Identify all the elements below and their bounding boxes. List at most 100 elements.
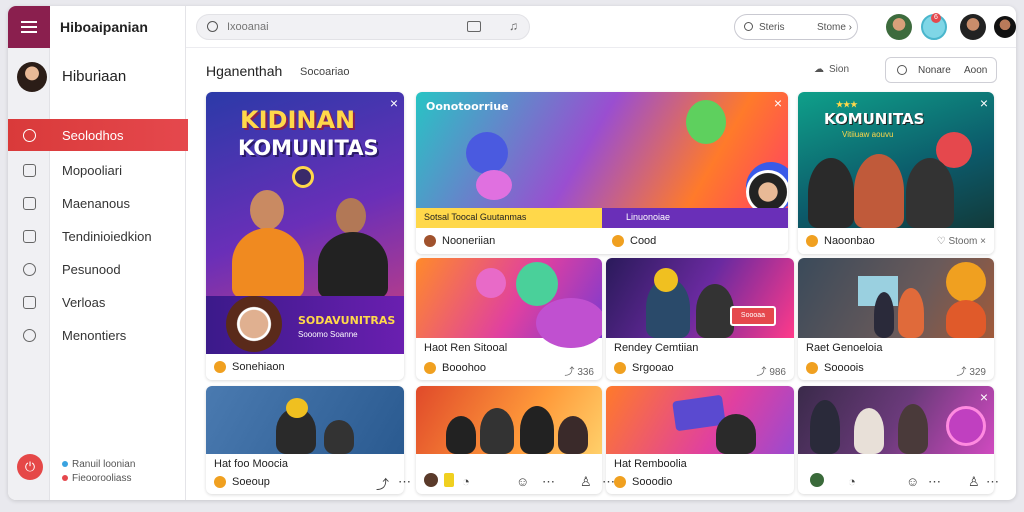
search-icon — [744, 22, 753, 31]
character-figure — [476, 170, 512, 200]
emoji-icon[interactable]: ☺ — [906, 474, 919, 489]
card-image — [206, 386, 404, 454]
close-icon[interactable]: × — [390, 96, 398, 110]
ring-shape — [946, 406, 986, 446]
person-figure — [324, 420, 354, 454]
person-figure — [286, 398, 308, 418]
ball-shape — [536, 298, 602, 348]
person-figure — [898, 404, 928, 454]
card-image — [416, 386, 602, 454]
card-image: Soooaa — [606, 258, 794, 338]
filter-search[interactable]: Steris Stome › — [734, 14, 858, 40]
search-bar[interactable]: ♫ — [196, 14, 530, 40]
hamburger-menu-button[interactable] — [8, 6, 50, 48]
emoji-icon[interactable]: ☺ — [516, 474, 529, 489]
sidebar-item-label: Verloas — [62, 294, 106, 310]
avatar — [226, 296, 282, 352]
search-input[interactable] — [227, 19, 427, 35]
sidebar-footer-line1[interactable]: Ranuil loonian — [62, 459, 135, 470]
power-icon: ⏻ — [24, 459, 36, 474]
avatar-icon[interactable] — [810, 473, 824, 487]
content-card[interactable]: Soooaa Rendey Cemtiian Srgooao ⤴ 986 — [606, 258, 794, 380]
person-figure — [480, 408, 514, 454]
heart-icon[interactable]: ♡ — [937, 236, 949, 247]
comment-icon[interactable]: ◔ — [848, 474, 856, 489]
photo-icon — [23, 295, 36, 309]
cloud-icon: ☁ — [814, 64, 824, 75]
share-icon[interactable]: ⤴ — [957, 367, 970, 378]
sidebar-item-2[interactable]: Mopooliari — [8, 154, 186, 186]
close-icon[interactable]: × — [774, 96, 782, 110]
user-icon[interactable]: ♙ — [580, 474, 592, 490]
sidebar-item-1[interactable]: Seolodhos — [8, 119, 188, 151]
user-avatar[interactable] — [17, 62, 47, 92]
more-icon[interactable]: ⋯ — [398, 474, 411, 490]
person-figure — [854, 408, 884, 454]
card-title: Haot Ren Sitooal — [424, 342, 508, 354]
user-icon[interactable]: ♙ — [968, 474, 980, 490]
search-tool-button[interactable]: Nonare Aoon — [885, 57, 997, 83]
character-figure — [466, 132, 508, 174]
content-card[interactable]: Haot Ren Sitooal Booohoo ⤴ 336 — [416, 258, 602, 380]
content-card[interactable]: Oonotoorriue Sotsal Toocal Guutanmas Lin… — [416, 92, 788, 254]
person-figure — [520, 406, 554, 454]
coin-icon — [806, 235, 818, 247]
avatar[interactable] — [886, 14, 912, 40]
poster-title: KIDINAN — [240, 106, 356, 134]
more-icon[interactable]: ⋯ — [542, 474, 555, 490]
more-icon[interactable]: ⋯ — [602, 474, 615, 490]
poster-subtitle: KOMUNITAS — [238, 136, 379, 160]
card-image: KIDINAN KOMUNITAS SODAVUNITRAS Sooomo So… — [206, 92, 404, 354]
more-icon[interactable]: ⋯ — [928, 474, 941, 490]
person-figure — [906, 158, 954, 228]
person-figure — [232, 228, 304, 298]
share-icon[interactable]: ⤴ — [757, 367, 770, 378]
app-window: Hiboaipanian Hiburiaan Seolodhos Mopooli… — [8, 6, 1016, 500]
bookmark-icon[interactable] — [444, 473, 454, 487]
sidebar-footer-line2[interactable]: Fieoorooliass — [62, 473, 131, 484]
close-icon[interactable]: × — [980, 390, 988, 404]
cloud-tool-button[interactable]: ☁ Sion — [814, 64, 849, 75]
close-icon[interactable]: × — [980, 236, 986, 247]
avatar[interactable] — [960, 14, 986, 40]
comment-icon[interactable]: ◔ — [462, 474, 470, 489]
card-sign: Soooaa — [730, 306, 776, 326]
notification-badge: 6 — [931, 13, 941, 23]
power-button[interactable]: ⏻ — [17, 454, 43, 480]
tab-secondary[interactable]: Socoariao — [300, 66, 350, 78]
sidebar-item-7[interactable]: Menontiers — [8, 319, 186, 351]
sidebar-item-3[interactable]: Maenanous — [8, 187, 186, 219]
share-icon[interactable]: ⤴ — [376, 474, 389, 493]
card-image: Oonotoorriue Sotsal Toocal Guutanmas Lin… — [416, 92, 788, 228]
share-icon[interactable]: ⤴ — [565, 367, 578, 378]
close-icon[interactable]: × — [980, 96, 988, 110]
person-figure — [318, 232, 388, 298]
content-card[interactable]: ★★★ KOMUNITAS Vitiiuaw aouvu × Naoonbao … — [798, 92, 994, 254]
sidebar-item-5[interactable]: Pesunood — [8, 253, 186, 285]
banner-subtitle: Sooomo Soanne — [298, 330, 358, 339]
menu-icon — [21, 26, 37, 28]
character-figure — [686, 100, 726, 144]
content-card[interactable]: KIDINAN KOMUNITAS SODAVUNITRAS Sooomo So… — [206, 92, 404, 380]
card-image — [416, 258, 602, 348]
home-icon — [23, 128, 36, 142]
sidebar-item-4[interactable]: Tendinioiedkion — [8, 220, 186, 252]
more-icon[interactable]: ⋯ — [986, 474, 999, 490]
avatar[interactable] — [994, 16, 1016, 38]
app-title: Hiboaipanian — [60, 19, 148, 35]
poster-title: KOMUNITAS — [824, 110, 925, 128]
user-name: Hiburiaan — [62, 68, 127, 85]
person-figure — [696, 284, 734, 338]
content-card[interactable]: Raet Genoeloia Soooois ⤴ 329 — [798, 258, 994, 380]
character-figure — [516, 262, 558, 306]
banner-title: SODAVUNITRAS — [298, 314, 396, 327]
keyboard-icon[interactable] — [467, 21, 481, 32]
mic-icon[interactable]: ♫ — [509, 19, 518, 33]
person-figure — [558, 416, 588, 454]
sidebar-item-label: Mopooliari — [62, 162, 122, 178]
sidebar-item-6[interactable]: Verloas — [8, 286, 186, 318]
card-footer: Sonehiaon — [206, 354, 404, 380]
person-figure — [808, 158, 854, 228]
card-image — [798, 386, 994, 454]
avatar-icon[interactable] — [424, 473, 438, 487]
